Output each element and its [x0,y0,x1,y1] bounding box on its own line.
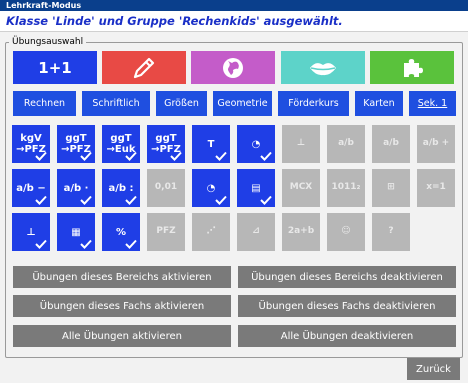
checkmark-icon [125,195,137,205]
exercise-tile[interactable]: ▦ [57,213,95,251]
exercise-tile[interactable]: ⊥ [12,213,50,251]
exercise-tile[interactable]: a/b [327,125,365,163]
exercise-tile[interactable]: ⊞ [372,169,410,207]
exercise-tile[interactable]: T [192,125,230,163]
exercise-tile-label: a/b · [63,182,89,194]
exercise-tile[interactable]: ggT →Euk [102,125,140,163]
window-title: Lehrkraft-Modus [0,0,468,11]
exercise-tile[interactable]: ggT →PFZ [57,125,95,163]
checkmark-icon [170,151,182,161]
category-sek1[interactable]: Sek. 1 [409,91,456,116]
fach-math-button[interactable]: 1+1 [13,51,97,84]
exercise-tile[interactable]: % [102,213,140,251]
exercise-tile[interactable]: ▤ [237,169,275,207]
category-geometrie[interactable]: Geometrie [213,91,272,116]
exercise-tile-label: 2a+b [287,226,315,237]
exercise-tile-label: T [207,138,215,150]
exercise-tile-label: ⊥ [26,226,36,238]
checkmark-icon [80,151,92,161]
exercise-tile[interactable]: a/b − [12,169,50,207]
exercise-tile-label: a/b [338,138,354,149]
exercise-tile-label: ⊥ [296,138,306,149]
one-plus-one-icon: 1+1 [38,58,72,77]
exercise-tile[interactable]: ? [372,213,410,251]
exercise-tile[interactable]: 1011₂ [327,169,365,207]
fach-puzzle-button[interactable] [370,51,454,84]
exercise-tile-label: % [115,226,127,238]
lips-icon [308,59,338,77]
exercise-tile-label: a/b [383,138,399,149]
exercise-tile[interactable]: ⊥ [282,125,320,163]
pencil-icon [131,55,157,81]
exercise-tile-label: 0,01 [154,182,178,193]
exercise-tile[interactable]: a/b : [102,169,140,207]
checkmark-icon [125,151,137,161]
checkmark-icon [260,195,272,205]
checkmark-icon [35,151,47,161]
exercise-tile[interactable]: ◔ [192,169,230,207]
exercise-tile-label: a/b − [16,182,46,194]
exercise-tile[interactable]: kgV →PFZ [12,125,50,163]
exercise-tile[interactable]: a/b + [417,125,455,163]
exercise-tile-label: ◔ [206,182,216,194]
exercise-tile[interactable]: ☺ [327,213,365,251]
category-rechnen[interactable]: Rechnen [13,91,76,116]
exercise-tile[interactable]: a/b · [57,169,95,207]
exercise-tile-label: ▤ [251,182,261,194]
selection-header: Klasse 'Linde' und Gruppe 'Rechenkids' a… [0,11,468,32]
checkmark-icon [125,239,137,249]
checkmark-icon [215,195,227,205]
exercise-tile[interactable]: 2a+b [282,213,320,251]
checkmark-icon [35,239,47,249]
back-button[interactable]: Zurück [407,358,460,380]
exercise-tile[interactable]: ggT →PFZ [147,125,185,163]
exercise-tile-label: ⊿ [252,226,260,237]
exercise-tile-label: x=1 [426,182,446,193]
exercise-tile[interactable]: MCX [282,169,320,207]
exercise-tile-label: 1011₂ [331,182,361,193]
checkmark-icon [260,151,272,161]
exercise-tile[interactable]: ⋰ [192,213,230,251]
exercise-tile-label: a/b : [108,182,134,194]
puzzle-icon [399,55,425,81]
activate-all-button[interactable]: Alle Übungen aktivieren [13,325,231,347]
exercise-tile-label: ☺ [341,226,351,237]
checkmark-icon [35,195,47,205]
category-groessen[interactable]: Größen [156,91,207,116]
group-legend: Übungsauswahl [9,36,87,48]
exercise-tile-label: PFZ [156,226,176,237]
exercise-tile[interactable]: ⊿ [237,213,275,251]
exercise-tile-label: ? [388,226,394,237]
exercise-tile-label: ◔ [251,138,261,150]
activate-area-button[interactable]: Übungen dieses Bereichs aktivieren [13,266,231,288]
exercise-tile-label: a/b + [422,138,450,149]
fach-language-button[interactable] [281,51,365,84]
activate-subject-button[interactable]: Übungen dieses Fachs aktivieren [13,295,231,317]
exercise-tile-label: ⋰ [206,226,216,237]
deactivate-all-button[interactable]: Alle Übungen deaktivieren [238,325,456,347]
fach-german-button[interactable] [102,51,186,84]
exercise-tile[interactable]: 0,01 [147,169,185,207]
exercise-tile[interactable]: x=1 [417,169,455,207]
checkmark-icon [80,239,92,249]
category-foerderkurs[interactable]: Förderkurs [278,91,349,116]
checkmark-icon [80,195,92,205]
exercise-tile[interactable]: ◔ [237,125,275,163]
exercise-tile-label: ⊞ [387,182,395,193]
globe-icon [221,56,245,80]
exercise-tile-label: MCX [289,182,313,193]
deactivate-subject-button[interactable]: Übungen dieses Fachs deaktivieren [238,295,456,317]
exercise-tile[interactable]: PFZ [147,213,185,251]
exercise-tile[interactable]: a/b [372,125,410,163]
category-schriftlich[interactable]: Schriftlich [82,91,150,116]
deactivate-area-button[interactable]: Übungen dieses Bereichs deaktivieren [238,266,456,288]
checkmark-icon [215,151,227,161]
fach-geography-button[interactable] [191,51,275,84]
category-karten[interactable]: Karten [355,91,403,116]
exercise-tile-label: ▦ [71,226,81,238]
